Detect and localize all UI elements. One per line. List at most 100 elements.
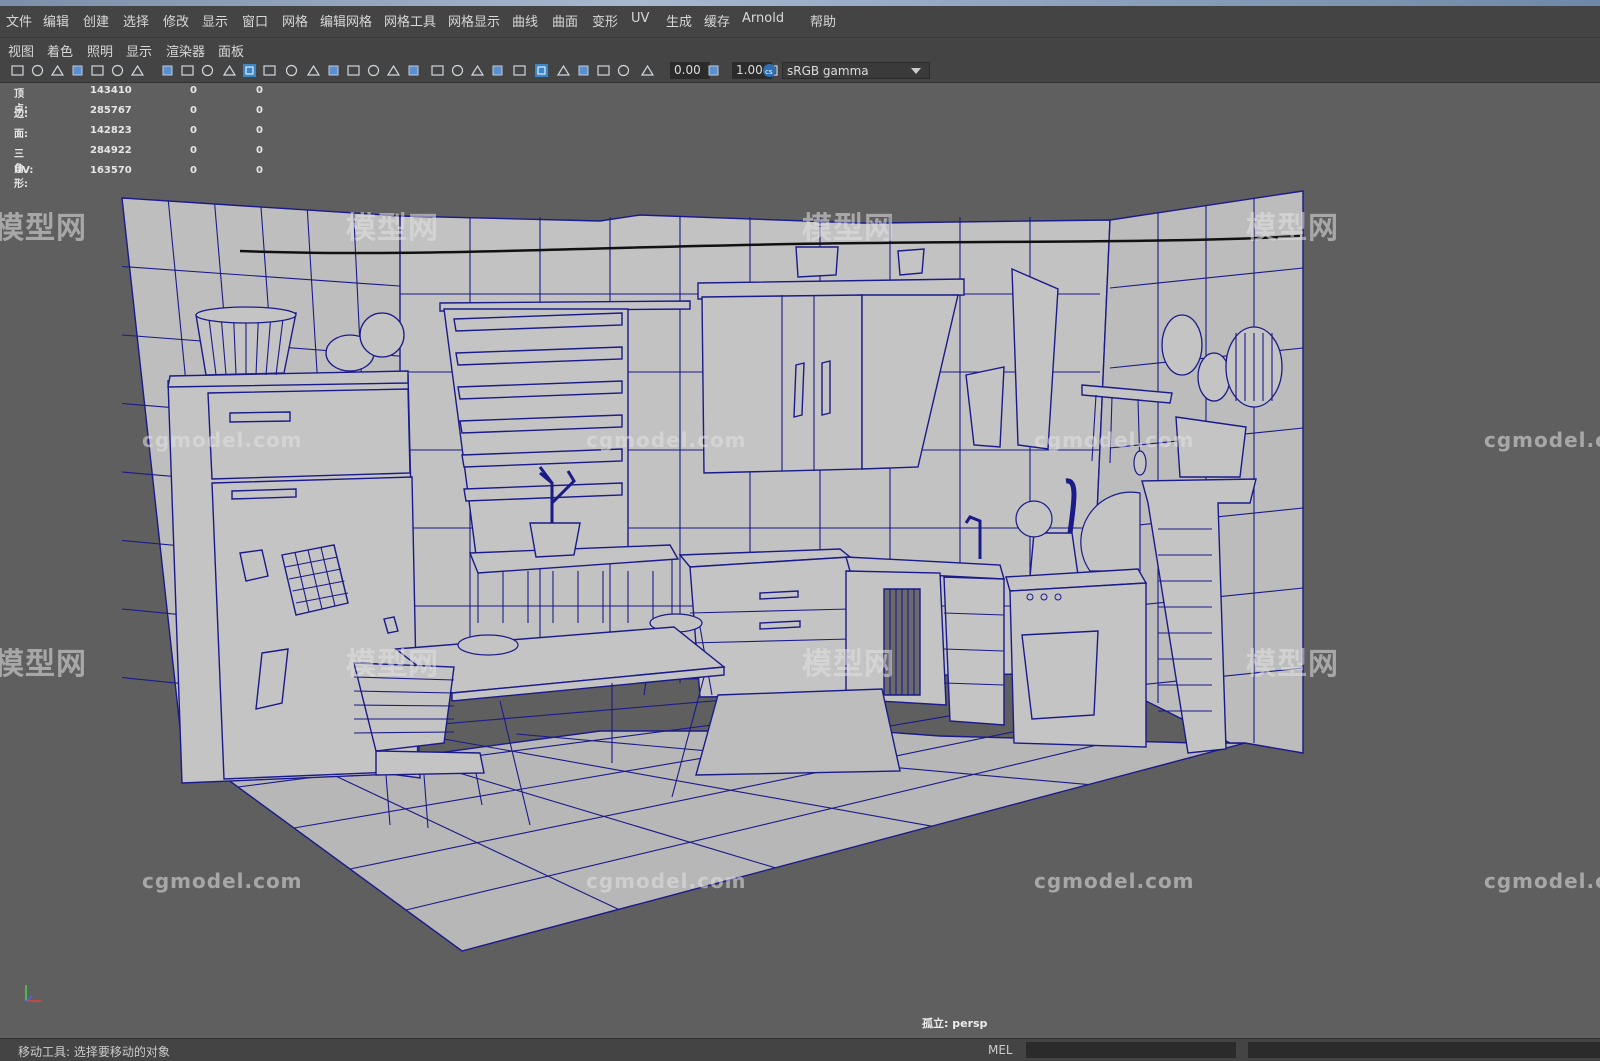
view-menu-item[interactable]: 渲染器	[166, 41, 205, 60]
menu-item[interactable]: UV	[631, 11, 649, 26]
watermark-url: cgmodel.com	[586, 869, 747, 893]
view-menu-item[interactable]: 面板	[218, 41, 244, 60]
hud-label: 面:	[14, 129, 28, 140]
film-gate-icon[interactable]	[386, 63, 401, 78]
watermark-logo: 模型网	[0, 647, 87, 682]
menu-item[interactable]: Arnold	[742, 11, 784, 26]
hud-value: 0	[256, 145, 263, 156]
menu-item[interactable]: 编辑	[43, 11, 69, 30]
bookmark-icon[interactable]	[706, 63, 721, 78]
hud-value: 143410	[90, 85, 132, 96]
watermark-url: cgmodel.com	[1034, 869, 1195, 893]
view-menu-item[interactable]: 显示	[126, 41, 152, 60]
hud-label: 边:	[14, 109, 28, 120]
menu-item[interactable]: 曲线	[512, 11, 538, 30]
bookmark-icon[interactable]	[30, 63, 45, 78]
menu-item[interactable]: 网格	[282, 11, 308, 30]
colorspace-icon[interactable]	[306, 63, 321, 78]
shadows-icon[interactable]	[512, 63, 527, 78]
smooth-shade-icon[interactable]	[450, 63, 465, 78]
hud-value: 285767	[90, 105, 132, 116]
isolate-select-icon[interactable]	[534, 63, 549, 78]
hud-value: 0	[256, 165, 263, 176]
watermark-logo: 模型网	[346, 647, 439, 682]
xray-icon[interactable]	[242, 63, 257, 78]
perspective-viewport[interactable]: 顶点: 143410 0 0 边: 285767 0 0 面: 142823 0 0 三角形: 28492…	[0, 83, 1600, 1038]
menu-item[interactable]: 网格显示	[448, 11, 500, 30]
textured-icon[interactable]	[160, 63, 175, 78]
pot-on-fridge	[359, 312, 405, 358]
mel-command-input[interactable]	[1026, 1042, 1236, 1058]
menu-item[interactable]: 编辑网格	[320, 11, 372, 30]
exposure-icon[interactable]	[576, 63, 591, 78]
help-line: 移动工具: 选择要移动的对象 MEL	[0, 1038, 1600, 1061]
resolution-gate-icon[interactable]	[406, 63, 421, 78]
lights-icon[interactable]	[490, 63, 505, 78]
hud-value: 284922	[90, 145, 132, 156]
textured-icon[interactable]	[470, 63, 485, 78]
grid-icon[interactable]	[366, 63, 381, 78]
menu-item[interactable]: 窗口	[242, 11, 268, 30]
bookmark-icon[interactable]	[346, 63, 361, 78]
pot-on-cabinet	[795, 246, 839, 278]
hud-value: 0	[190, 145, 197, 156]
camera-icon[interactable]	[640, 63, 655, 78]
menu-item[interactable]: 生成	[666, 11, 692, 30]
isolate-select-icon[interactable]	[222, 63, 237, 78]
menu-item[interactable]: 显示	[202, 11, 228, 30]
view-menu-item[interactable]: 照明	[87, 41, 113, 60]
wireframe-icon[interactable]	[430, 63, 445, 78]
film-gate-icon[interactable]	[70, 63, 85, 78]
colorspace-icon[interactable]: cs	[762, 63, 777, 78]
view-menu-item[interactable]: 着色	[47, 41, 73, 60]
watermark-logo: 模型网	[802, 647, 895, 682]
menu-item[interactable]: 缓存	[704, 11, 730, 30]
camera-icon[interactable]	[10, 63, 25, 78]
menu-item[interactable]: 曲面	[552, 11, 578, 30]
hud-value: 0	[190, 125, 197, 136]
hud-value: 142823	[90, 125, 132, 136]
lights-icon[interactable]	[180, 63, 195, 78]
menu-item[interactable]: 修改	[163, 11, 189, 30]
wireframe-icon[interactable]	[110, 63, 125, 78]
chair-seat	[375, 750, 485, 776]
xray-icon[interactable]	[556, 63, 571, 78]
watermark-url: cgmodel.com	[142, 428, 303, 452]
smooth-shade-icon[interactable]	[130, 63, 145, 78]
exposure-icon[interactable]	[262, 63, 277, 78]
shadows-icon[interactable]	[200, 63, 215, 78]
hud-value: 163570	[90, 165, 132, 176]
colorspace-dropdown[interactable]: sRGB gamma	[782, 62, 930, 79]
menu-item[interactable]: 变形	[592, 11, 618, 30]
cabinet-handle	[821, 360, 831, 416]
colorspace-icon[interactable]	[616, 63, 631, 78]
watermark-logo: 模型网	[346, 211, 439, 246]
menu-item[interactable]: 网格工具	[384, 11, 436, 30]
basket-rim	[195, 306, 297, 324]
hanging-pan	[1197, 352, 1231, 402]
viewport-toolbar: 0.00 1.00 sRGB gamma cs	[0, 60, 1600, 83]
hud-value: 0	[190, 165, 197, 176]
help-text: 移动工具: 选择要移动的对象	[18, 1045, 170, 1059]
hud-label: UV:	[14, 165, 34, 176]
grid-icon[interactable]	[50, 63, 65, 78]
hud-value: 0	[190, 85, 197, 96]
exposure-field[interactable]: 0.00	[670, 62, 710, 79]
command-result-field	[1248, 1042, 1600, 1058]
main-menu-bar: 文件 编辑 创建 选择 修改 显示 窗口 网格 编辑网格 网格工具 网格显示 曲线 曲面 变形 UV 生成 缓存…	[0, 6, 1600, 38]
watermark-logo: 模型网	[1246, 647, 1339, 682]
menu-item[interactable]: 选择	[123, 11, 149, 30]
gamma-icon[interactable]	[284, 63, 299, 78]
mel-label: MEL	[988, 1043, 1013, 1057]
resolution-gate-icon[interactable]	[90, 63, 105, 78]
menu-item[interactable]: 帮助	[810, 11, 836, 30]
kettle	[1029, 532, 1079, 578]
hud-value: 0	[256, 105, 263, 116]
view-menu-item[interactable]: 视图	[8, 41, 34, 60]
fridge-handle	[231, 488, 297, 500]
menu-item[interactable]: 文件	[6, 11, 32, 30]
watermark-url: cgmodel.com	[1484, 869, 1600, 893]
gamma-icon[interactable]	[596, 63, 611, 78]
menu-item[interactable]: 创建	[83, 11, 109, 30]
camera-icon[interactable]	[326, 63, 341, 78]
